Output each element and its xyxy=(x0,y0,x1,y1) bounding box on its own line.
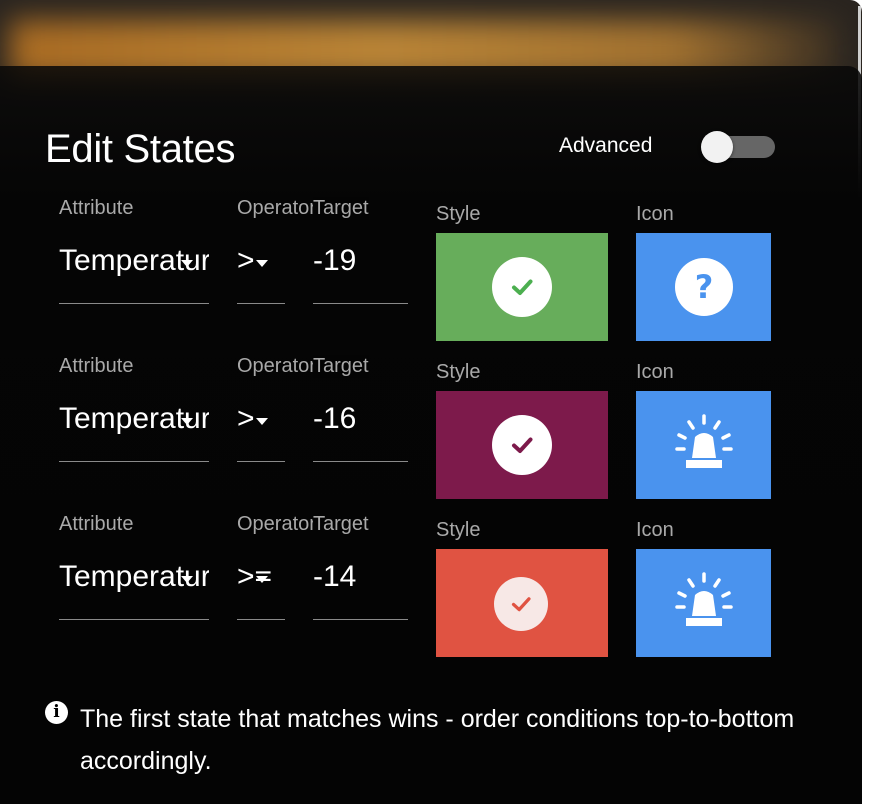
icon-label: Icon xyxy=(636,361,674,383)
chevron-down-icon xyxy=(181,260,193,267)
operator-label: Operator xyxy=(237,355,316,377)
icon-picker[interactable]: ? xyxy=(636,233,771,341)
check-circle-icon xyxy=(492,415,552,475)
siren-icon xyxy=(674,414,733,468)
attribute-underline xyxy=(59,303,209,304)
style-swatch[interactable] xyxy=(436,391,608,499)
chevron-down-icon xyxy=(181,576,193,583)
target-value: -19 xyxy=(313,244,357,277)
attribute-label: Attribute xyxy=(59,355,134,377)
operator-label: Operator xyxy=(237,513,316,535)
style-label: Style xyxy=(436,519,481,541)
attribute-label: Attribute xyxy=(59,513,134,535)
target-underline xyxy=(313,303,408,304)
advanced-label: Advanced xyxy=(559,134,653,157)
style-swatch[interactable] xyxy=(436,233,608,341)
svg-text:?: ? xyxy=(694,268,713,306)
chevron-down-icon xyxy=(256,260,268,267)
chevron-down-icon xyxy=(256,418,268,425)
check-circle-icon xyxy=(492,257,552,317)
siren-icon xyxy=(674,572,733,626)
attribute-underline xyxy=(59,461,209,462)
icon-label: Icon xyxy=(636,519,674,541)
target-underline xyxy=(313,461,408,462)
advanced-toggle[interactable] xyxy=(701,131,775,163)
operator-underline xyxy=(237,619,285,620)
operator-label: Operator xyxy=(237,197,316,219)
target-underline xyxy=(313,619,408,620)
style-label: Style xyxy=(436,361,481,383)
icon-picker[interactable] xyxy=(636,391,771,499)
target-label: Target xyxy=(313,355,369,378)
target-label: Target xyxy=(313,513,369,536)
check-circle-icon xyxy=(494,577,548,631)
style-label: Style xyxy=(436,203,481,225)
target-label: Target xyxy=(313,197,369,220)
order-note: The first state that matches wins - orde… xyxy=(80,705,795,775)
icon-picker[interactable] xyxy=(636,549,771,657)
operator-underline xyxy=(237,303,285,304)
question-icon: ? xyxy=(674,258,733,316)
attribute-underline xyxy=(59,619,209,620)
info-icon: i xyxy=(45,701,68,724)
operator-underline xyxy=(237,461,285,462)
attribute-label: Attribute xyxy=(59,197,134,219)
chevron-down-icon xyxy=(181,418,193,425)
style-swatch[interactable] xyxy=(436,549,608,657)
target-value: -14 xyxy=(313,560,357,593)
chevron-down-icon xyxy=(256,576,268,583)
dialog-title: Edit States xyxy=(45,127,236,171)
toggle-knob xyxy=(701,131,733,163)
icon-label: Icon xyxy=(636,203,674,225)
target-value: -16 xyxy=(313,402,357,435)
